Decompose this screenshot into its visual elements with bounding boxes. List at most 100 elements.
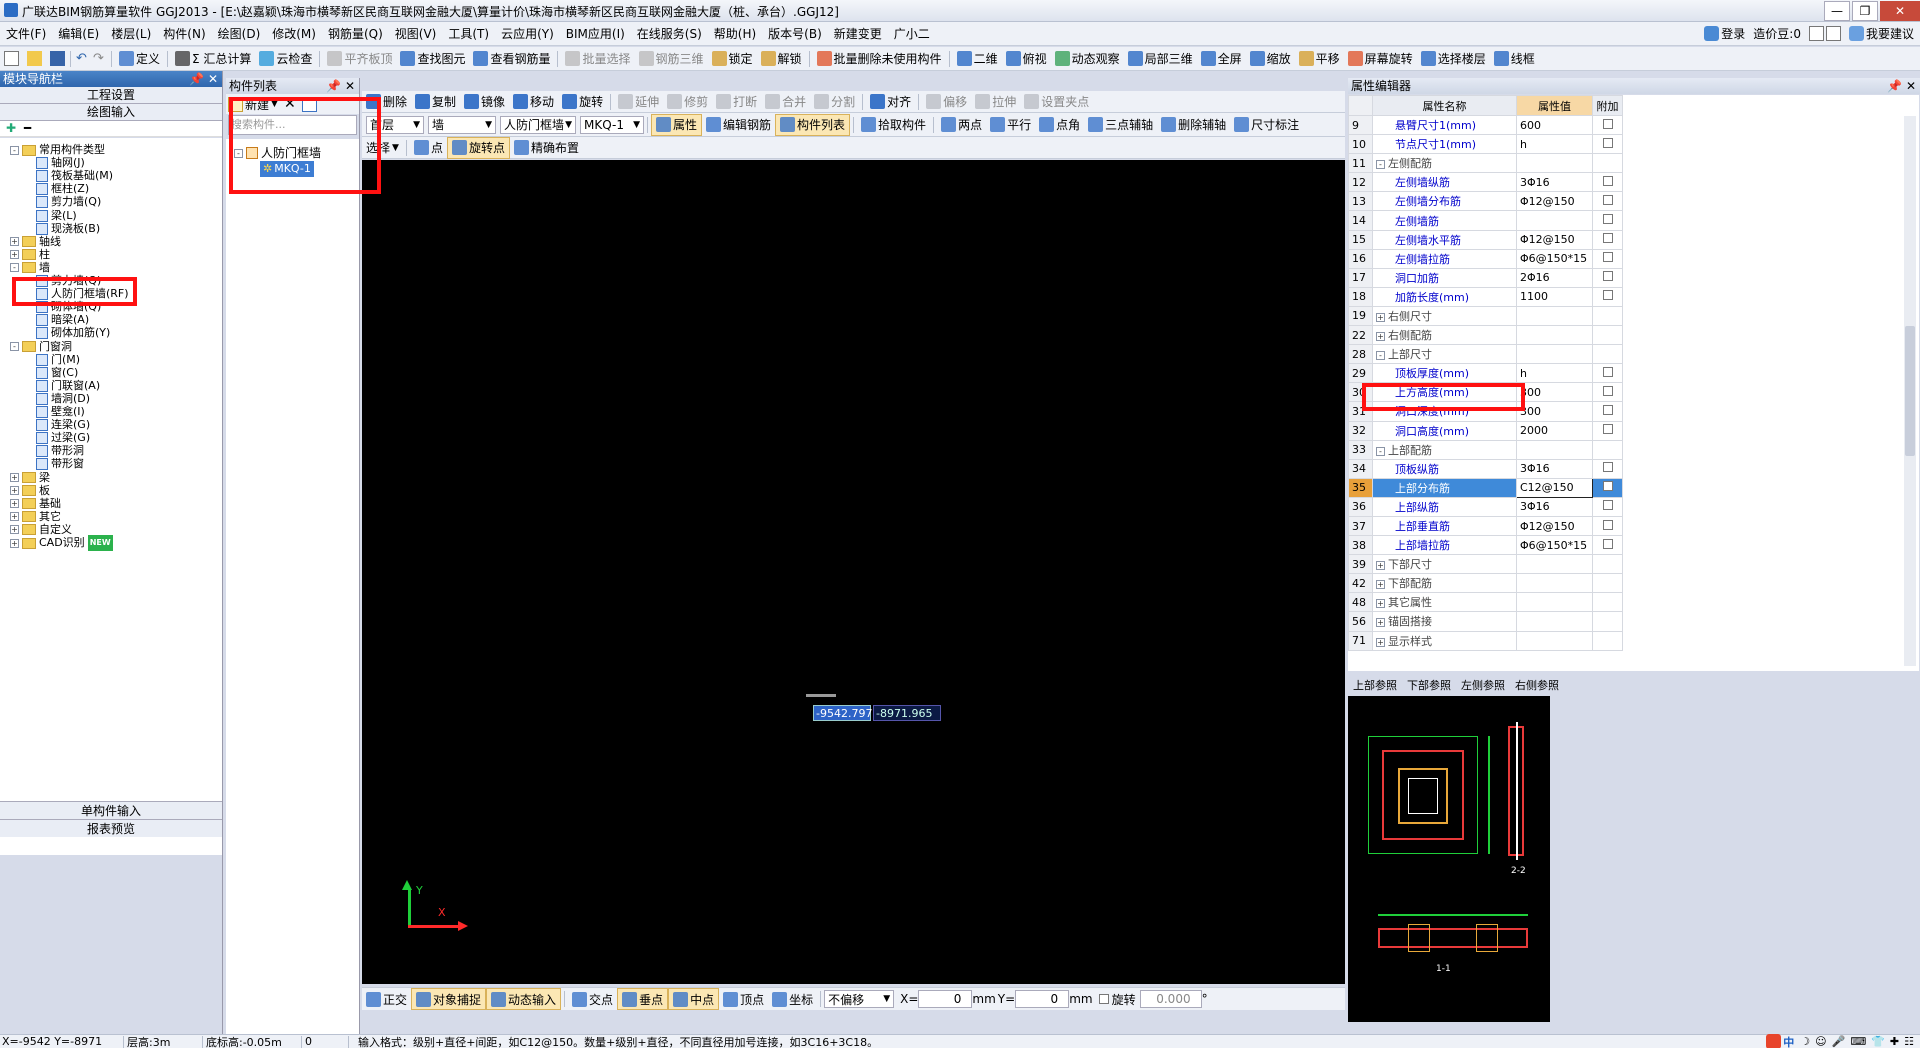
ime-menu-icon[interactable]: ☷	[1904, 1035, 1914, 1048]
property-row[interactable]: 35 上部分布筋 C12@150	[1348, 477, 1623, 498]
snap-button-1[interactable]: 对象捕捉	[411, 988, 487, 1010]
toolbar-button-14[interactable]: 局部三维	[1124, 48, 1197, 70]
property-row[interactable]: 18 加筋长度(mm) 1100	[1348, 286, 1623, 307]
property-value[interactable]: 300	[1516, 382, 1593, 403]
expand-icon[interactable]: +	[10, 250, 19, 260]
expand-icon[interactable]: +	[10, 486, 19, 496]
category-select[interactable]: 墙 ▼	[428, 115, 496, 134]
toolbar-button-10[interactable]: 批量删除未使用构件	[813, 48, 946, 70]
add-checkbox[interactable]	[1602, 366, 1613, 377]
property-value[interactable]: 2000	[1516, 420, 1593, 441]
add-checkbox[interactable]	[1602, 137, 1613, 148]
project-settings-button[interactable]: 工程设置	[0, 87, 222, 104]
save-icon[interactable]	[50, 51, 65, 66]
property-row[interactable]: 9 悬臂尺寸1(mm) 600	[1348, 114, 1623, 136]
toolbar-button-2[interactable]: 云检查	[255, 48, 316, 70]
login-link[interactable]: 登录	[1721, 25, 1745, 42]
x-offset-input[interactable]: 0	[918, 990, 973, 1008]
edit-button-8[interactable]: 合并	[761, 91, 810, 113]
toolbar-button-19[interactable]: 选择楼层	[1417, 48, 1490, 70]
snap-button-0[interactable]: 正交	[362, 988, 411, 1010]
edit-button-1[interactable]: 复制	[411, 91, 460, 113]
expand-icon[interactable]: +	[10, 499, 19, 509]
add-checkbox[interactable]	[1602, 404, 1613, 415]
property-row[interactable]: 16 左侧墙拉筋 Φ6@150*15	[1348, 248, 1623, 269]
property-value[interactable]: Φ6@150*15	[1516, 535, 1593, 556]
snap-button-3[interactable]: 交点	[568, 988, 617, 1010]
toolbar-button-8[interactable]: 锁定	[708, 48, 757, 70]
component-button-8[interactable]: 删除辅轴	[1157, 114, 1230, 136]
edit-button-9[interactable]: 分割	[810, 91, 859, 113]
drawing-input-button[interactable]: 绘图输入	[0, 104, 222, 121]
property-value[interactable]	[1516, 592, 1593, 613]
property-row[interactable]: 13 左侧墙分布筋 Φ12@150	[1348, 191, 1623, 212]
property-row[interactable]: 17 洞口加筋 2Φ16	[1348, 267, 1623, 288]
minimize-doc-icon[interactable]	[1825, 26, 1841, 41]
expand-icon[interactable]: +	[1376, 618, 1385, 628]
toolbar-button-4[interactable]: 查找图元	[396, 48, 469, 70]
menu-item-11[interactable]: 在线服务(S)	[631, 22, 708, 46]
property-row[interactable]: 28- 上部尺寸	[1348, 344, 1623, 365]
collapse-icon[interactable]: -	[1376, 446, 1385, 456]
property-value[interactable]: Φ6@150*15	[1516, 248, 1593, 269]
property-row[interactable]: 38 上部墙拉筋 Φ6@150*15	[1348, 535, 1623, 556]
expand-icon[interactable]: +	[10, 525, 19, 535]
add-checkbox[interactable]	[1602, 118, 1613, 129]
menu-item-7[interactable]: 视图(V)	[389, 22, 443, 46]
add-checkbox[interactable]	[1602, 500, 1613, 511]
menu-item-1[interactable]: 编辑(E)	[52, 22, 105, 46]
property-row[interactable]: 15 左侧墙水平筋 Φ12@150	[1348, 229, 1623, 250]
edit-button-3[interactable]: 移动	[509, 91, 558, 113]
snap-button-4[interactable]: 垂点	[617, 988, 669, 1010]
toolbar-button-1[interactable]: Σ 汇总计算	[171, 48, 255, 70]
component-button-3[interactable]: 拾取构件	[857, 114, 930, 136]
collapse-icon[interactable]: -	[10, 263, 19, 273]
menu-item-12[interactable]: 帮助(H)	[708, 22, 762, 46]
help-icon[interactable]	[1808, 26, 1824, 41]
toolbar-button-13[interactable]: 动态观察	[1051, 48, 1124, 70]
reference-tab-2[interactable]: 左侧参照	[1456, 677, 1510, 693]
property-row[interactable]: 11- 左侧配筋	[1348, 153, 1623, 174]
menu-item-9[interactable]: 云应用(Y)	[495, 22, 560, 46]
property-row[interactable]: 56 + 锚固搭接	[1348, 611, 1623, 632]
property-value[interactable]: 3Φ16	[1516, 496, 1593, 517]
edit-button-6[interactable]: 修剪	[663, 91, 712, 113]
reference-tab-0[interactable]: 上部参照	[1348, 677, 1402, 693]
ime-mode-icon[interactable]: 中	[1783, 1034, 1794, 1048]
report-preview-button[interactable]: 报表预览	[0, 819, 222, 837]
toolbar-button-18[interactable]: 屏幕旋转	[1344, 48, 1417, 70]
single-component-input-button[interactable]: 单构件输入	[0, 801, 222, 819]
snap-button-5[interactable]: 中点	[668, 988, 720, 1010]
property-value[interactable]: Φ12@150	[1516, 229, 1593, 250]
property-value[interactable]: 1100	[1516, 286, 1593, 307]
property-row[interactable]: 37 上部垂直筋 Φ12@150	[1348, 515, 1623, 537]
toolbar-button-17[interactable]: 平移	[1295, 48, 1344, 70]
property-row[interactable]: 22 + 右侧配筋	[1348, 325, 1623, 346]
property-value[interactable]	[1516, 630, 1593, 651]
place-button-2[interactable]: 旋转点	[446, 136, 510, 159]
property-row[interactable]: 32 洞口高度(mm) 2000	[1348, 420, 1623, 441]
property-row[interactable]: 19 + 右侧尺寸	[1348, 305, 1623, 327]
expand-icon[interactable]: +	[1376, 312, 1385, 322]
expand-icon[interactable]: +	[1376, 561, 1385, 571]
collapse-icon[interactable]: -	[1376, 160, 1385, 170]
add-checkbox[interactable]	[1602, 271, 1613, 282]
menu-item-2[interactable]: 楼层(L)	[105, 22, 157, 46]
toolbar-button-12[interactable]: 俯视	[1002, 48, 1051, 70]
property-row[interactable]: 12 左侧墙纵筋 3Φ16	[1348, 172, 1623, 193]
menu-item-8[interactable]: 工具(T)	[442, 22, 495, 46]
component-button-0[interactable]: 属性	[651, 113, 703, 136]
ime-punct-icon[interactable]: ☽	[1800, 1035, 1810, 1048]
add-checkbox[interactable]	[1602, 252, 1613, 263]
property-value[interactable]: Φ12@150	[1516, 191, 1593, 212]
reference-tab-3[interactable]: 右侧参照	[1510, 677, 1564, 693]
property-value[interactable]: 600	[1516, 114, 1593, 136]
open-file-icon[interactable]	[27, 51, 42, 66]
edit-button-10[interactable]: 对齐	[866, 91, 915, 113]
menu-item-13[interactable]: 版本号(B)	[762, 22, 828, 46]
collapse-icon[interactable]: -	[10, 342, 19, 351]
component-button-1[interactable]: 编辑钢筋	[702, 114, 775, 136]
coord-x-input[interactable]: -9542.797	[813, 705, 872, 721]
y-offset-input[interactable]: 0	[1015, 990, 1070, 1008]
property-scrollbar[interactable]	[1904, 116, 1916, 666]
